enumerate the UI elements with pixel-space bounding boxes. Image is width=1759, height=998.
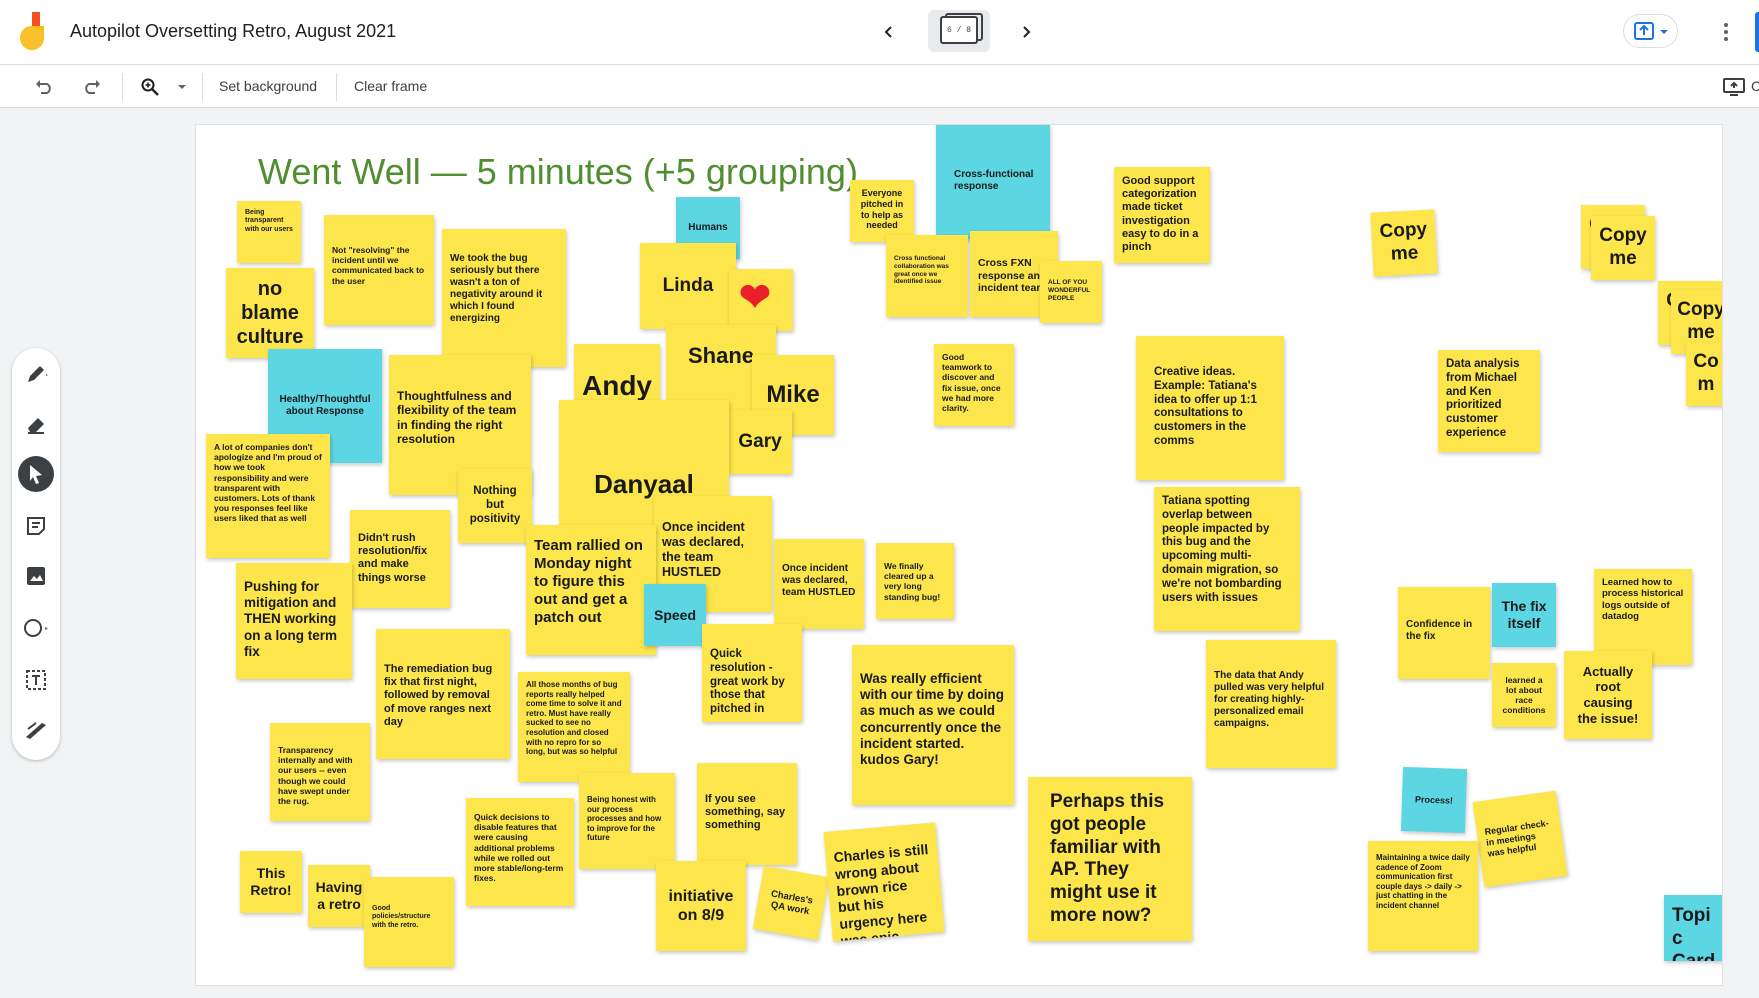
heart-icon: ❤: [739, 277, 771, 319]
tool-rail: [12, 348, 60, 760]
sticky-note[interactable]: Co m: [1686, 342, 1722, 406]
sticky-note[interactable]: ❤: [729, 269, 793, 331]
share-button[interactable]: [1755, 12, 1759, 52]
circle-shape-icon[interactable]: [18, 610, 54, 646]
frame-selector-button[interactable]: 6 / 8: [928, 10, 990, 52]
sticky-note[interactable]: Copy me: [1591, 216, 1655, 280]
sticky-note[interactable]: Regular check-in meetings was helpful: [1472, 790, 1568, 888]
document-title[interactable]: Autopilot Oversetting Retro, August 2021: [70, 21, 396, 42]
sticky-note[interactable]: Everyone pitched in to help as needed: [850, 180, 914, 242]
sticky-note[interactable]: Good support categorization made ticket …: [1114, 167, 1210, 263]
sticky-note[interactable]: learned a lot about race conditions: [1492, 663, 1556, 727]
sticky-note[interactable]: Confidence in the fix: [1398, 587, 1490, 679]
select-cursor-icon[interactable]: [18, 456, 54, 492]
text-box-icon[interactable]: [18, 662, 54, 698]
sticky-note[interactable]: Tatiana spotting overlap between people …: [1154, 487, 1300, 631]
toolbar-overflow-label[interactable]: C: [1751, 78, 1759, 94]
sticky-note[interactable]: no blame culture: [226, 268, 314, 358]
sticky-note[interactable]: Pushing for mitigation and THEN working …: [236, 563, 352, 679]
toolbar: Set background Clear frame C: [0, 64, 1759, 108]
top-bar: Autopilot Oversetting Retro, August 2021…: [0, 0, 1759, 64]
clear-frame-button[interactable]: Clear frame: [354, 78, 427, 94]
sticky-note[interactable]: initiative on 8/9: [656, 861, 746, 951]
sticky-note[interactable]: The remediation bug fix that first night…: [376, 629, 510, 759]
undo-icon[interactable]: [32, 75, 56, 99]
sticky-note[interactable]: The data that Andy pulled was very helpf…: [1206, 640, 1336, 768]
toolbar-divider: [202, 73, 203, 101]
sticky-note[interactable]: Gary: [728, 410, 792, 474]
sticky-note[interactable]: This Retro!: [240, 851, 302, 913]
sticky-note[interactable]: The fix itself: [1492, 583, 1556, 647]
sticky-note[interactable]: Was really efficient with our time by do…: [852, 645, 1014, 805]
sticky-note[interactable]: Copy me: [1370, 209, 1438, 277]
sticky-note[interactable]: Topic Card: [1664, 895, 1722, 961]
sticky-note[interactable]: Speed: [644, 584, 706, 646]
sticky-note[interactable]: Being honest with our process processes …: [579, 773, 675, 869]
toolbar-divider: [122, 73, 123, 101]
more-vert-icon[interactable]: [1716, 18, 1736, 46]
sticky-note[interactable]: Team rallied on Monday night to figure t…: [526, 525, 656, 655]
frame-heading: Went Well — 5 minutes (+5 grouping): [258, 151, 858, 192]
sticky-note[interactable]: Being transparent with our users: [237, 201, 301, 263]
sticky-note[interactable]: Once incident was declared, team HUSTLED: [774, 539, 864, 629]
chevron-right-icon[interactable]: [1012, 18, 1040, 46]
sticky-note[interactable]: Maintaining a twice daily cadence of Zoo…: [1368, 841, 1478, 951]
sticky-note[interactable]: Didn't rush resolution/fix and make thin…: [350, 510, 450, 608]
sticky-note[interactable]: Charles is still wrong about brown rice …: [823, 822, 945, 942]
sticky-note[interactable]: Charles's QA work: [752, 865, 830, 941]
present-button[interactable]: [1623, 14, 1678, 48]
laser-icon[interactable]: [18, 712, 54, 748]
image-icon[interactable]: [18, 558, 54, 594]
cast-icon[interactable]: [1722, 75, 1746, 99]
eraser-icon[interactable]: [18, 406, 54, 442]
zoom-dropdown-icon[interactable]: [170, 75, 194, 99]
pen-icon[interactable]: [18, 356, 54, 392]
sticky-note[interactable]: Actually root causing the issue!: [1564, 651, 1652, 739]
sticky-note[interactable]: Good policies/structure with the retro.: [364, 877, 454, 967]
frame-indicator: 6 / 8: [940, 16, 978, 44]
sticky-note[interactable]: Not "resolving" the incident until we co…: [324, 215, 434, 325]
sticky-note[interactable]: Quick resolution - great work by those t…: [702, 624, 802, 722]
jamboard-app: Autopilot Oversetting Retro, August 2021…: [0, 0, 1759, 998]
redo-icon[interactable]: [80, 75, 104, 99]
chevron-left-icon[interactable]: [875, 18, 903, 46]
sticky-note[interactable]: Good teamwork to discover and fix issue,…: [934, 344, 1014, 426]
sticky-note[interactable]: Having a retro: [308, 865, 370, 927]
sticky-note[interactable]: Process!: [1400, 766, 1468, 834]
set-background-button[interactable]: Set background: [219, 78, 317, 94]
sticky-note[interactable]: Data analysis from Michael and Ken prior…: [1438, 350, 1540, 452]
zoom-icon[interactable]: [138, 75, 162, 99]
sticky-note[interactable]: Perhaps this got people familiar with AP…: [1028, 777, 1192, 941]
sticky-note[interactable]: All those months of bug reports really h…: [518, 672, 630, 782]
sticky-note[interactable]: Cross-functional response: [936, 125, 1050, 239]
sticky-note[interactable]: ALL OF YOU WONDERFUL PEOPLE: [1040, 261, 1102, 323]
sticky-note[interactable]: We took the bug seriously but there wasn…: [442, 229, 566, 367]
sticky-note[interactable]: We finally cleared up a very long standi…: [876, 543, 954, 619]
sticky-note[interactable]: Quick decisions to disable features that…: [466, 798, 574, 906]
toolbar-divider: [336, 73, 337, 101]
sticky-note[interactable]: A lot of companies don't apologize and I…: [206, 434, 330, 558]
jamboard-frame-canvas[interactable]: Went Well — 5 minutes (+5 grouping) Bein…: [195, 124, 1723, 986]
sticky-note[interactable]: Transparency internally and with our use…: [270, 723, 370, 821]
sticky-note[interactable]: Cross functional collaboration was great…: [886, 235, 968, 317]
sticky-note[interactable]: If you see something, say something: [697, 763, 797, 865]
app-logo-icon[interactable]: [18, 12, 54, 52]
sticky-note-icon[interactable]: [18, 508, 54, 544]
sticky-note[interactable]: Linda: [640, 243, 736, 329]
sticky-note[interactable]: Nothing but positivity: [458, 469, 532, 543]
sticky-note[interactable]: Creative ideas. Example: Tatiana's idea …: [1136, 336, 1284, 480]
